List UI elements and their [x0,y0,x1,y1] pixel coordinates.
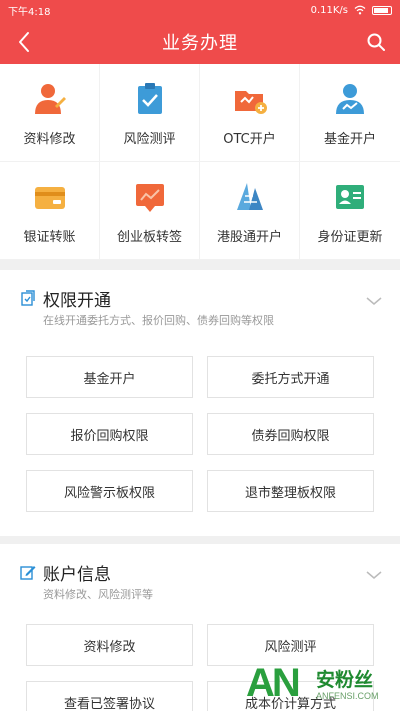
chevron-down-icon [366,571,382,579]
account-subtitle: 资料修改、风险测评等 [43,588,153,601]
service-label: 身份证更新 [317,230,383,245]
service-grid: 资料修改 风险测评 OTC开户 基金开户 银证转账 创业板转签 港股通开户 身份… [0,64,400,260]
option-delisting-board[interactable]: 退市整理板权限 [207,470,374,512]
clipboard-check-icon [137,83,162,114]
back-button[interactable] [10,28,38,56]
status-bar: 下午4:18 0.11K/s [0,0,400,20]
option-profile-edit[interactable]: 资料修改 [26,624,193,666]
permissions-title: 权限开通 [43,291,111,311]
service-label: 风险测评 [123,132,176,147]
service-bank-transfer[interactable]: 银证转账 [0,162,100,260]
chart-board-icon [135,184,164,212]
service-label: 基金开户 [323,132,376,147]
option-entrust-method[interactable]: 委托方式开通 [207,356,374,398]
account-header[interactable]: 账户信息 资料修改、风险测评等 [0,544,400,602]
service-risk-assessment[interactable]: 风险测评 [100,64,200,162]
permissions-subtitle: 在线开通委托方式、报价回购、债券回购等权限 [43,314,274,327]
watermark-cn: 安粉丝 [316,669,374,691]
service-label: OTC开户 [223,132,276,147]
otc-folder-icon [234,91,267,114]
page-title: 业务办理 [162,33,238,54]
watermark-logo: AN 安粉丝 ANFENSI.COM [246,661,396,709]
service-id-update[interactable]: 身份证更新 [300,162,400,260]
option-bond-repo[interactable]: 债券回购权限 [207,413,374,455]
id-card-icon [336,185,364,209]
service-profile-edit[interactable]: 资料修改 [0,64,100,162]
service-gem-sign[interactable]: 创业板转签 [100,162,200,260]
service-label: 港股通开户 [216,230,282,245]
battery-icon [372,5,392,15]
network-speed: 0.11K/s [310,4,348,16]
permission-doc-icon [21,290,35,306]
status-indicators: 0.11K/s [311,5,392,16]
nav-bar: 业务办理 [0,20,400,64]
option-risk-warning-board[interactable]: 风险警示板权限 [26,470,193,512]
status-time: 下午4:18 [8,6,51,18]
user-edit-icon [34,84,66,114]
permissions-options: 基金开户 委托方式开通 报价回购权限 债券回购权限 风险警示板权限 退市整理板权… [26,356,374,512]
hk-stock-icon [236,183,263,210]
service-label: 创业板转签 [116,230,182,245]
search-icon [367,33,385,51]
service-otc-account[interactable]: OTC开户 [200,64,300,162]
search-button[interactable] [362,28,390,56]
edit-icon [20,566,36,580]
service-label: 资料修改 [23,132,76,147]
chevron-left-icon [19,32,29,52]
service-fund-account[interactable]: 基金开户 [300,64,400,162]
service-label: 银证转账 [23,230,76,245]
fund-user-icon [336,84,364,114]
watermark-letters: AN [246,661,301,705]
card-transfer-icon [34,187,65,209]
watermark-en: ANFENSI.COM [316,691,379,701]
option-risk-assessment[interactable]: 风险测评 [207,624,374,666]
option-fund-account[interactable]: 基金开户 [26,356,193,398]
service-hk-connect[interactable]: 港股通开户 [200,162,300,260]
option-quote-repo[interactable]: 报价回购权限 [26,413,193,455]
wifi-icon [354,5,366,15]
chevron-down-icon [366,297,382,305]
permissions-header[interactable]: 权限开通 在线开通委托方式、报价回购、债券回购等权限 [0,270,400,328]
option-signed-agreements[interactable]: 查看已签署协议 [26,681,193,711]
account-title: 账户信息 [43,565,111,585]
permissions-section: 权限开通 在线开通委托方式、报价回购、债券回购等权限 基金开户 委托方式开通 报… [0,270,400,536]
